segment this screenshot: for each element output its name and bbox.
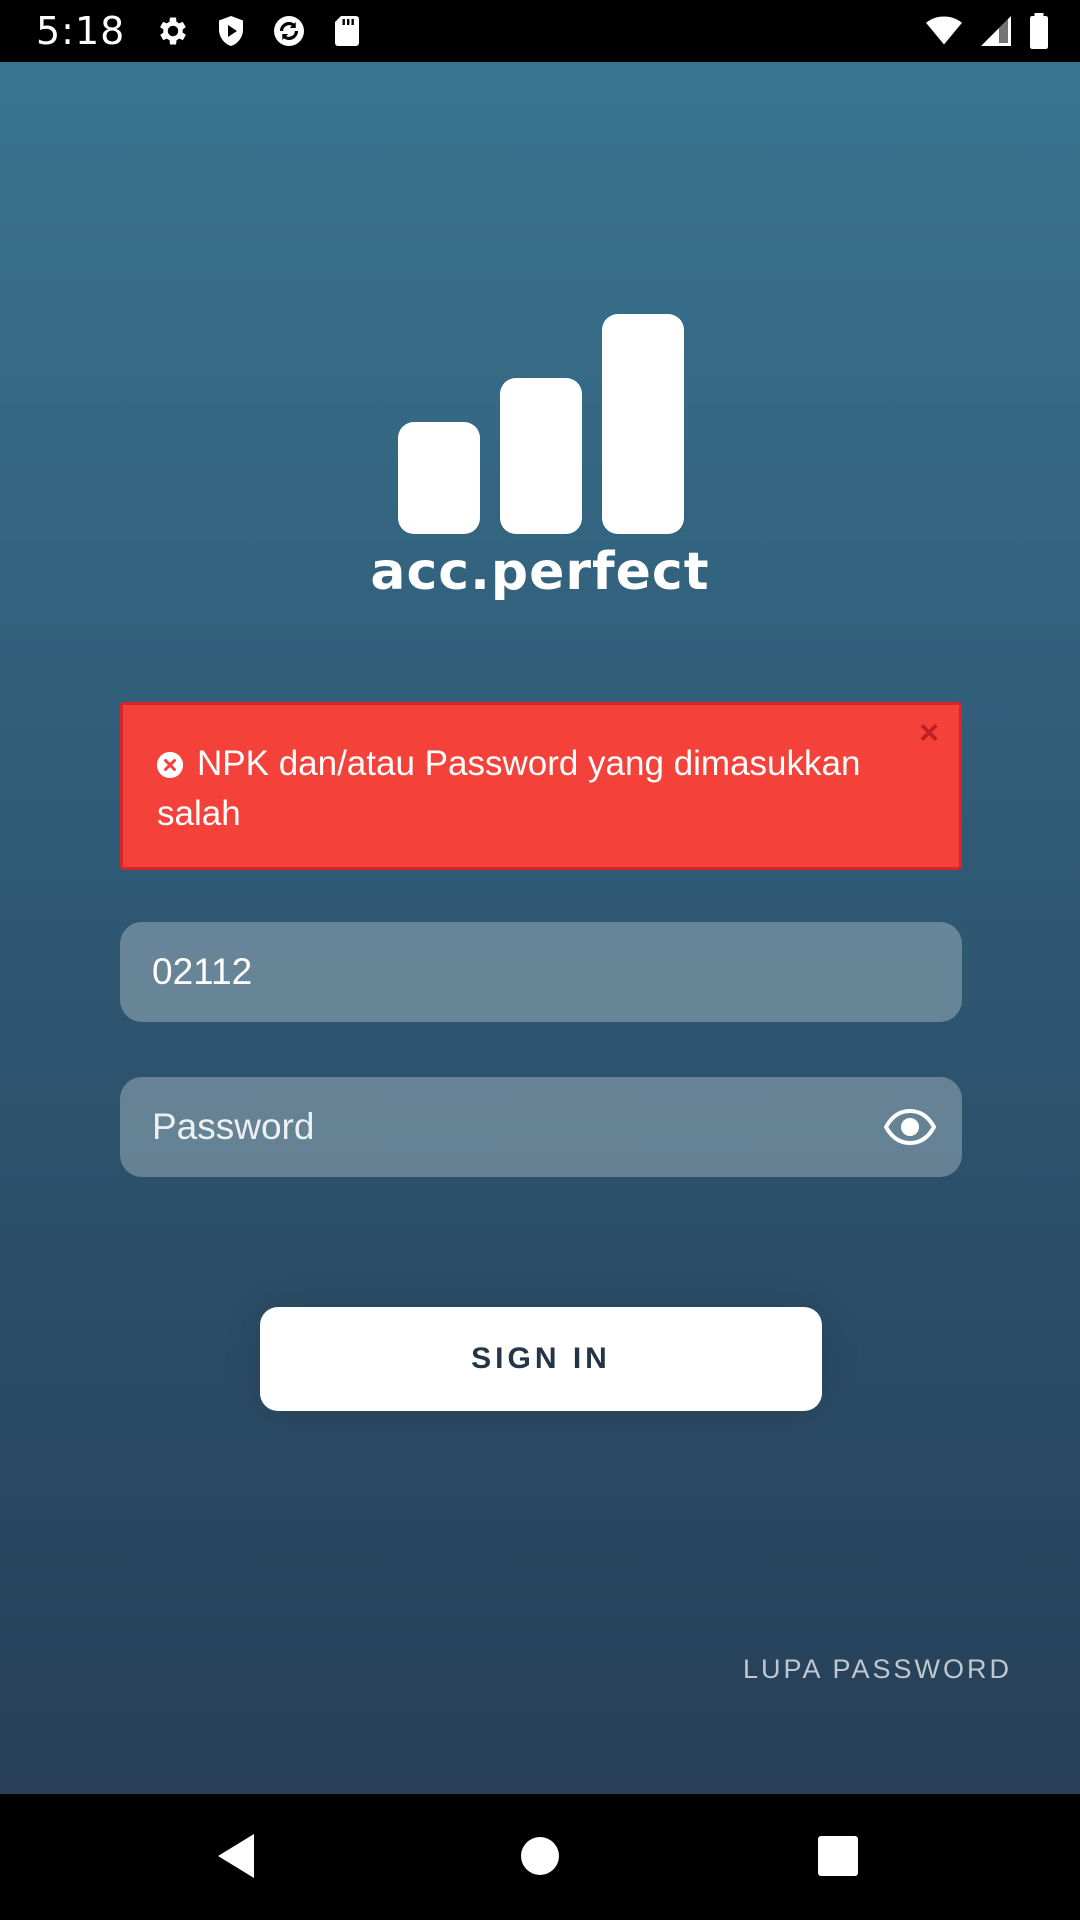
status-notification-icons bbox=[155, 13, 365, 49]
app-name: acc.perfect bbox=[370, 542, 710, 602]
close-icon[interactable]: × bbox=[909, 713, 949, 753]
error-message: NPK dan/atau Password yang dimasukkan sa… bbox=[157, 744, 861, 833]
sd-card-icon bbox=[335, 16, 360, 46]
npk-value: 02112 bbox=[152, 951, 253, 992]
status-system-icons bbox=[922, 0, 1052, 62]
password-placeholder: Password bbox=[152, 1106, 315, 1147]
recent-apps-icon[interactable] bbox=[806, 1824, 870, 1888]
screen: 5:18 acc.perfect NPK dan/atau Password y… bbox=[0, 0, 1080, 1920]
forgot-password-link[interactable]: LUPA PASSWORD bbox=[743, 1654, 1012, 1685]
login-screen: acc.perfect NPK dan/atau Password yang d… bbox=[0, 62, 1080, 1794]
sync-icon bbox=[274, 16, 305, 46]
battery-icon bbox=[1030, 13, 1048, 49]
npk-input[interactable]: 02112 bbox=[120, 922, 962, 1022]
cell-signal-icon bbox=[981, 16, 1011, 46]
sign-in-button[interactable]: SIGN IN bbox=[260, 1307, 822, 1411]
eye-icon[interactable] bbox=[884, 1105, 936, 1149]
gear-icon bbox=[160, 17, 187, 45]
navigation-bar bbox=[0, 1794, 1080, 1920]
wifi-icon bbox=[926, 16, 962, 45]
home-icon[interactable] bbox=[508, 1824, 572, 1888]
back-icon[interactable] bbox=[206, 1824, 270, 1888]
password-input[interactable]: Password bbox=[120, 1077, 962, 1177]
shield-icon bbox=[219, 16, 244, 46]
error-icon bbox=[157, 752, 183, 778]
error-alert: NPK dan/atau Password yang dimasukkan sa… bbox=[120, 702, 962, 870]
status-time: 5:18 bbox=[36, 9, 126, 53]
status-bar: 5:18 bbox=[0, 0, 1080, 62]
